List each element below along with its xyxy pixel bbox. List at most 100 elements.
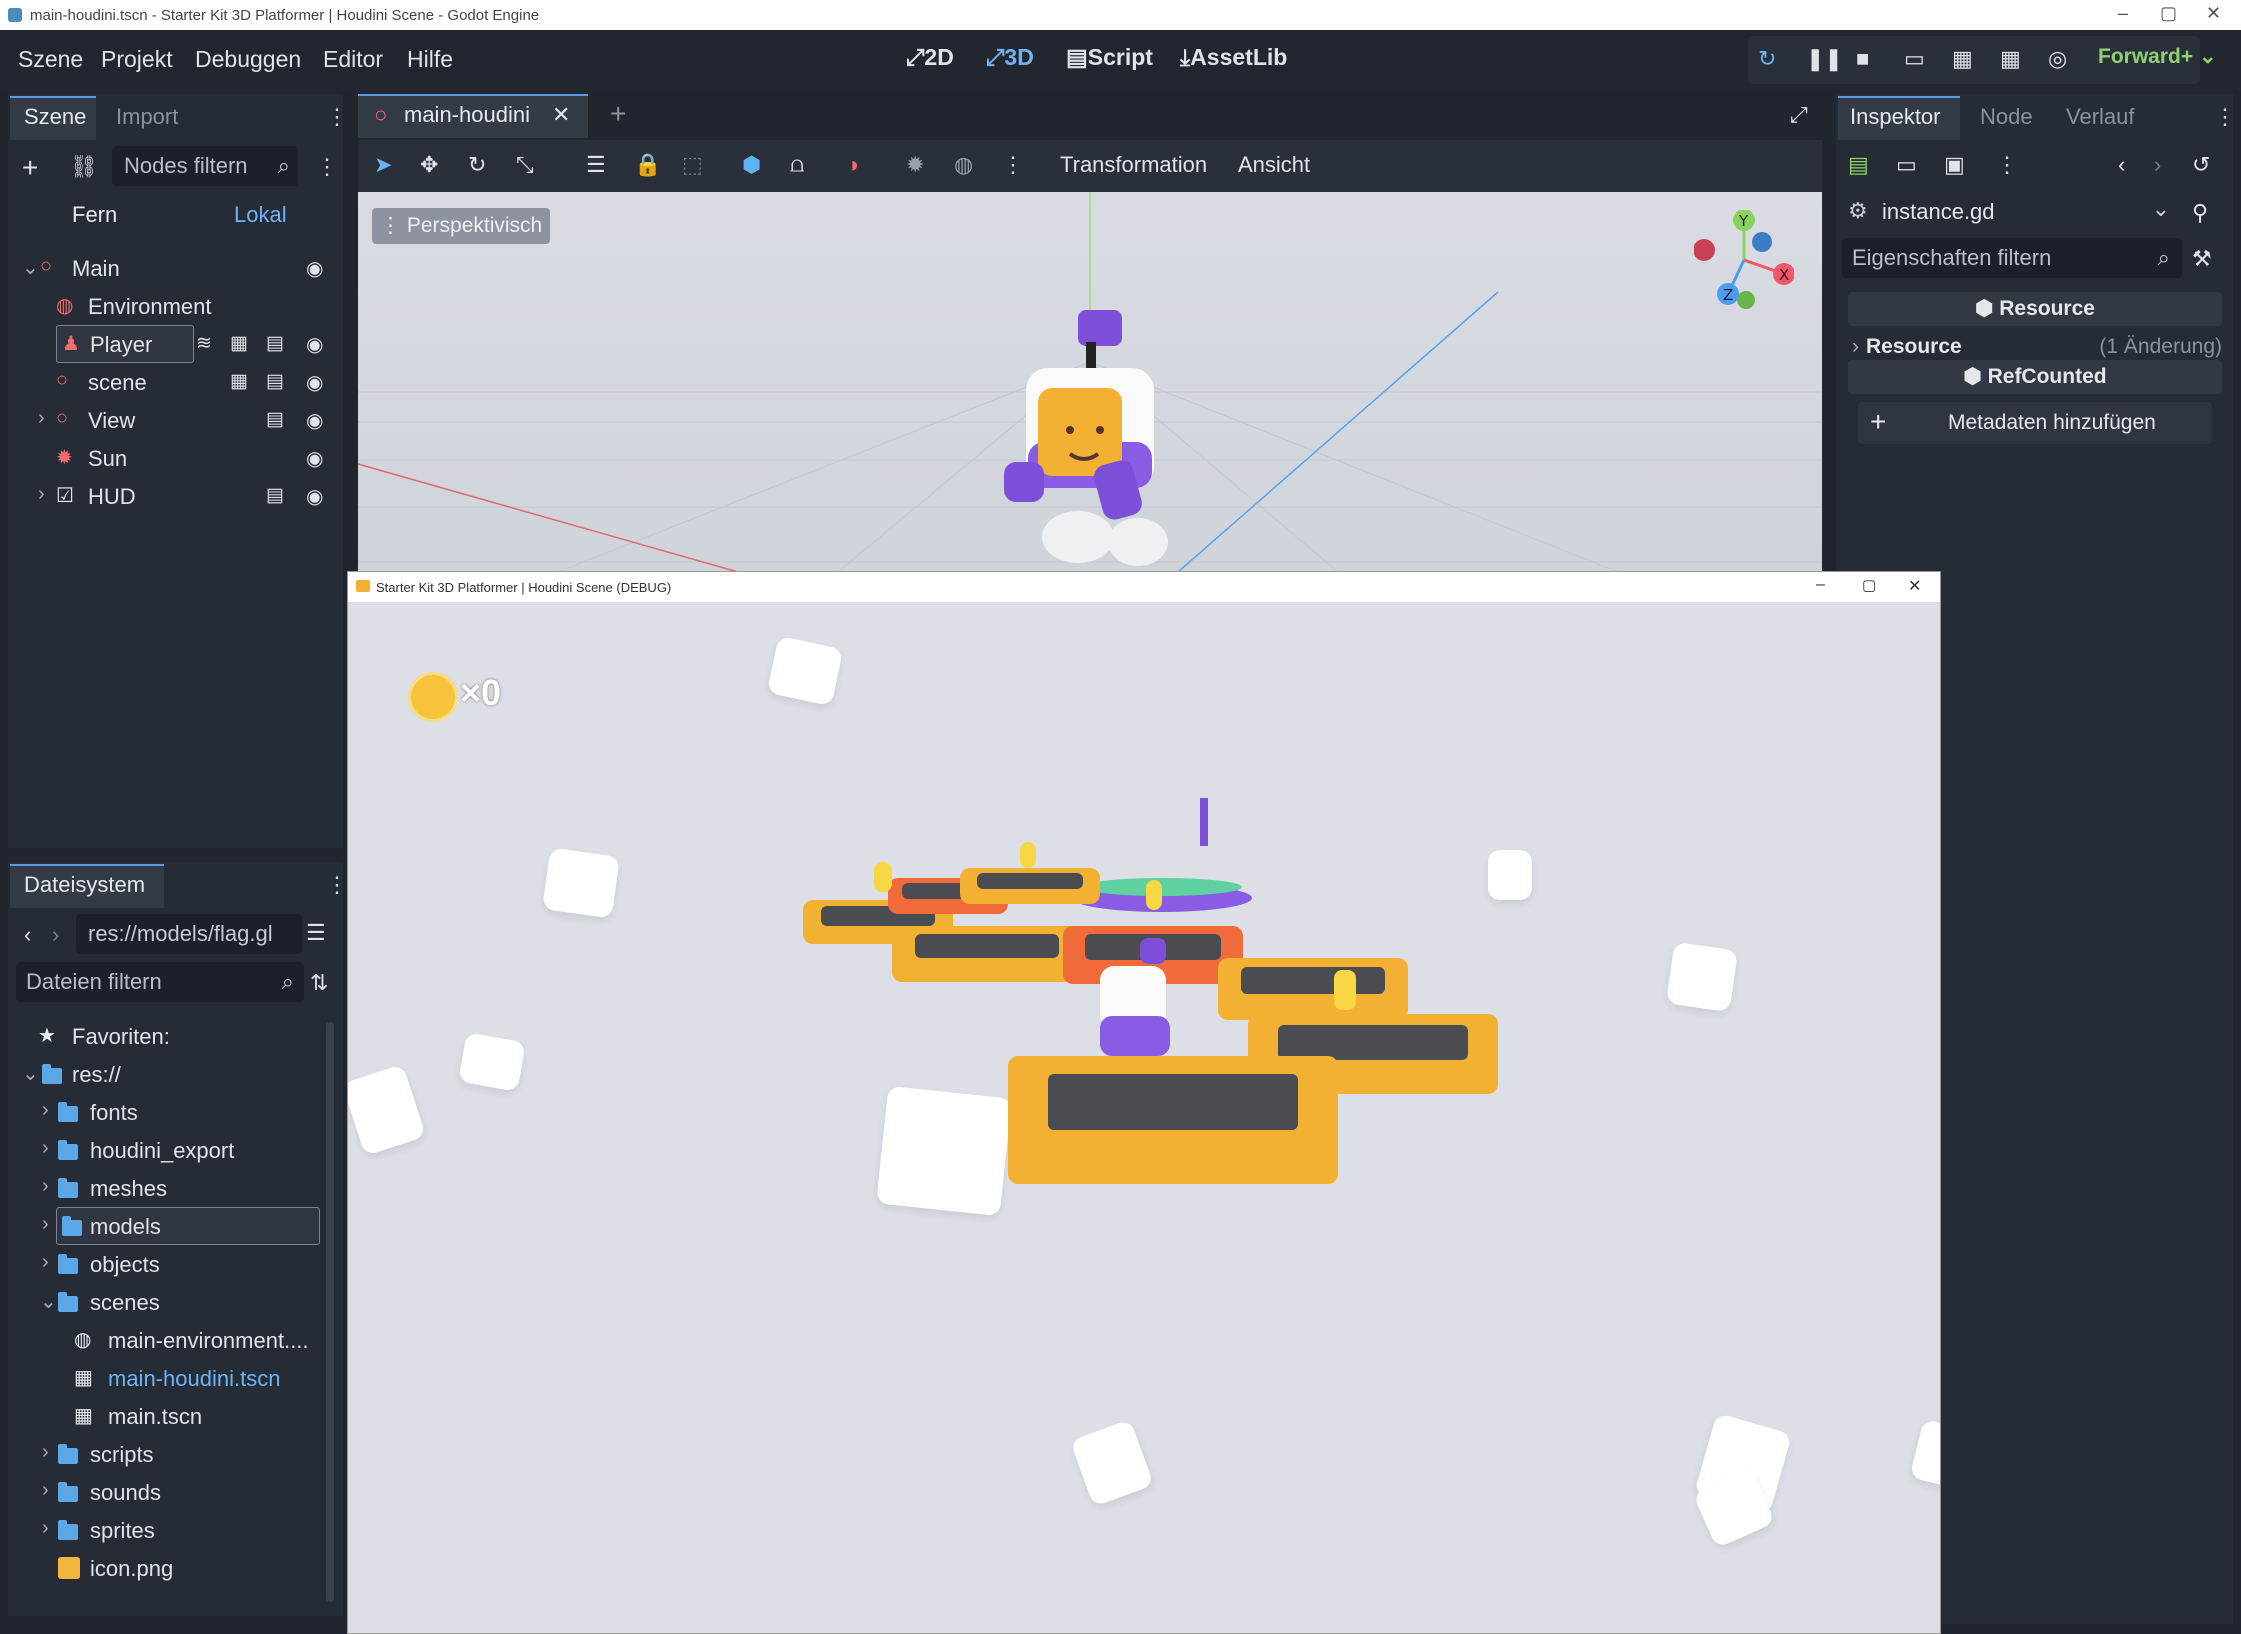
list-select-icon[interactable]: ☰ [586, 152, 606, 178]
mode-assetlib-button[interactable]: ⤓AssetLib [1180, 44, 1287, 71]
more-icon[interactable]: ⋮ [1996, 152, 2018, 178]
minimize-icon[interactable]: – [2118, 3, 2128, 24]
folder-root[interactable]: ⌄ res:// [8, 1055, 328, 1093]
orientation-gizmo[interactable]: Y X Z [1694, 210, 1794, 310]
tree-node-sun[interactable]: ✹ Sun ◉ [8, 439, 343, 477]
visibility-icon[interactable]: ◉ [306, 332, 323, 357]
remote-debug-icon[interactable]: ▭ [1904, 46, 1925, 72]
debug-game-window[interactable]: Starter Kit 3D Platformer | Houdini Scen… [347, 571, 1941, 1634]
folder-sounds[interactable]: › sounds [8, 1473, 328, 1511]
files-filter-input[interactable]: Dateien filtern ⌕ [16, 962, 304, 1002]
local-space-icon[interactable]: ⬢ [742, 152, 761, 178]
select-tool-icon[interactable]: ➤ [374, 152, 392, 178]
pause-icon[interactable]: ❚❚ [1806, 46, 1843, 72]
tab-import[interactable]: Import [116, 104, 178, 130]
scale-tool-icon[interactable]: ⤡ [516, 152, 534, 178]
mode-script-button[interactable]: ▤Script [1066, 44, 1153, 71]
tab-history[interactable]: Verlauf [2066, 104, 2135, 130]
folder-fonts[interactable]: › fonts [8, 1093, 328, 1131]
more-icon[interactable]: ⋮ [1002, 152, 1024, 178]
section-resource[interactable]: ⬢ Resource [1848, 292, 2222, 326]
sort-icon[interactable]: ⇅ [310, 970, 328, 996]
rotate-tool-icon[interactable]: ↻ [468, 152, 486, 178]
transform-menu[interactable]: Transformation [1060, 152, 1207, 178]
snap-icon[interactable]: ⩍ [790, 152, 804, 178]
reload-icon[interactable]: ↻ [1758, 46, 1776, 72]
menu-projekt[interactable]: Projekt [101, 46, 173, 73]
save-icon[interactable]: ▣ [1944, 152, 1965, 178]
add-tab-icon[interactable]: + [610, 98, 626, 130]
tree-node-hud[interactable]: › ☑ HUD ▤ ◉ [8, 477, 343, 515]
viewport-3d[interactable]: ⋮ Perspektivisch Y X Z [358, 192, 1822, 572]
tree-node-main[interactable]: ⌄ ○ Main ◉ [8, 249, 343, 287]
mode-3d-button[interactable]: ⤢3D [986, 44, 1034, 71]
script-icon[interactable]: ▤ [266, 332, 284, 355]
forward-icon[interactable]: › [52, 922, 59, 948]
close-icon[interactable]: ✕ [2206, 3, 2221, 24]
environment-preview-icon[interactable]: ◍ [954, 152, 973, 178]
file-main[interactable]: ▦ main.tscn [8, 1397, 328, 1435]
tree-node-environment[interactable]: ◍ Environment [8, 287, 343, 325]
mode-2d-button[interactable]: ⤢2D [906, 44, 954, 71]
move-tool-icon[interactable]: ✥ [420, 152, 438, 178]
file-icon-png[interactable]: icon.png [8, 1549, 328, 1587]
view-menu[interactable]: Ansicht [1238, 152, 1310, 178]
resource-selector[interactable]: ⚙ instance.gd ⌄ [1842, 192, 2182, 232]
visibility-icon[interactable]: ◉ [306, 484, 323, 509]
camera-preview-icon[interactable]: ◗ [848, 152, 861, 178]
new-resource-icon[interactable]: ▤ [1848, 152, 1869, 178]
lock-icon[interactable]: 🔒 [634, 152, 661, 178]
instance-icon[interactable]: ▦ [230, 332, 248, 355]
tree-node-player[interactable]: ♟ Player ≋ ▦ ▤ ◉ [8, 325, 343, 363]
tab-filesystem[interactable]: Dateisystem [24, 872, 145, 898]
tab-inspector[interactable]: Inspektor [1850, 104, 1941, 130]
movie-maker-icon[interactable]: ◎ [2048, 46, 2067, 72]
script-icon[interactable]: ▤ [266, 484, 284, 507]
tab-scene[interactable]: Szene [24, 104, 86, 130]
group-icon[interactable]: ⬚ [682, 152, 703, 178]
add-node-icon[interactable]: + [22, 152, 38, 184]
split-view-icon[interactable]: ☰ [306, 920, 326, 946]
folder-scenes[interactable]: ⌄ scenes [8, 1283, 328, 1321]
maximize-icon[interactable]: ▢ [1862, 576, 1876, 594]
doc-icon[interactable]: ⚲ [2192, 200, 2208, 226]
resource-property[interactable]: › Resource (1 Änderung) [1848, 330, 2222, 364]
folder-scripts[interactable]: › scripts [8, 1435, 328, 1473]
minimize-icon[interactable]: – [1816, 576, 1825, 594]
menu-szene[interactable]: Szene [18, 46, 83, 73]
add-metadata-button[interactable]: + Metadaten hinzufügen [1858, 402, 2212, 444]
folder-sprites[interactable]: › sprites [8, 1511, 328, 1549]
back-icon[interactable]: ‹ [24, 922, 31, 948]
object-history-icon[interactable]: ↺ [2192, 152, 2210, 178]
perspective-menu[interactable]: ⋮ Perspektivisch [372, 208, 551, 244]
signal-icon[interactable]: ≋ [196, 332, 212, 355]
history-forward-icon[interactable]: › [2154, 152, 2161, 178]
favorites-item[interactable]: ★ Favoriten: [8, 1017, 328, 1055]
close-icon[interactable]: ✕ [1908, 576, 1921, 596]
scrollbar[interactable] [326, 1022, 334, 1602]
folder-meshes[interactable]: › meshes [8, 1169, 328, 1207]
menu-editor[interactable]: Editor [323, 46, 383, 73]
maximize-icon[interactable]: ▢ [2160, 3, 2177, 24]
path-field[interactable]: res://models/flag.gl [76, 914, 302, 954]
visibility-icon[interactable]: ◉ [306, 256, 323, 281]
folder-models[interactable]: › models [8, 1207, 328, 1245]
instance-icon[interactable]: ▦ [230, 370, 248, 393]
close-tab-icon[interactable]: ✕ [552, 102, 570, 128]
remote-tab[interactable]: Fern [72, 202, 117, 228]
nodes-filter-input[interactable]: Nodes filtern ⌕ [112, 146, 298, 186]
folder-objects[interactable]: › objects [8, 1245, 328, 1283]
tree-node-scene[interactable]: ○ scene ▦ ▤ ◉ [8, 363, 343, 401]
dock-menu-icon[interactable]: ⋮ [2214, 104, 2236, 130]
menu-debuggen[interactable]: Debuggen [195, 46, 301, 73]
tools-icon[interactable]: ⚒ [2192, 246, 2212, 272]
renderer-select[interactable]: Forward+ ⌄ [2098, 44, 2217, 69]
section-refcounted[interactable]: ⬢ RefCounted [1848, 360, 2222, 394]
tree-node-view[interactable]: › ○ View ▤ ◉ [8, 401, 343, 439]
visibility-icon[interactable]: ◉ [306, 370, 323, 395]
scene-menu-icon[interactable]: ⋮ [316, 154, 338, 180]
script-icon[interactable]: ▤ [266, 370, 284, 393]
dock-menu-icon[interactable]: ⋮ [326, 872, 348, 898]
tab-main-houdini[interactable]: main-houdini [404, 102, 530, 128]
local-tab[interactable]: Lokal [234, 202, 287, 228]
